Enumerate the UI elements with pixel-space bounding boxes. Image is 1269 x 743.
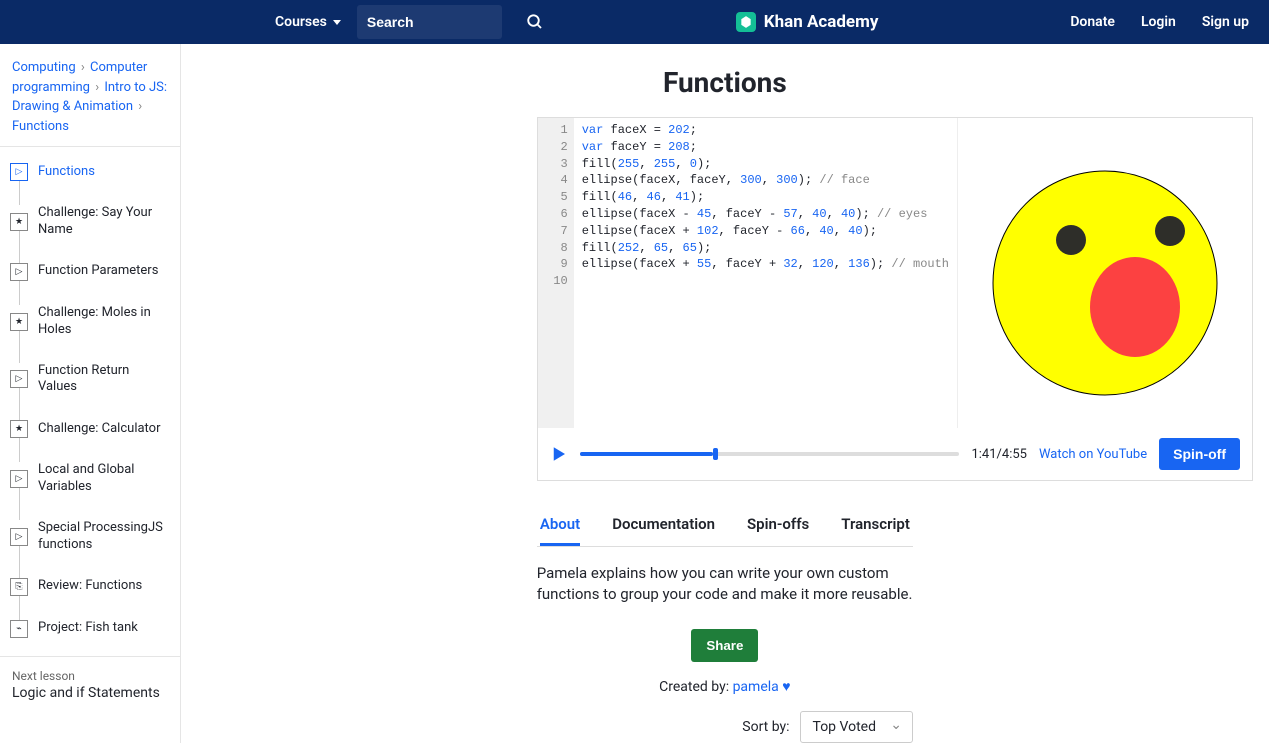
- brand-text: Khan Academy: [764, 12, 879, 32]
- tab-transcript[interactable]: Transcript: [841, 505, 910, 546]
- signup-link[interactable]: Sign up: [1202, 14, 1249, 30]
- sort-label: Sort by:: [742, 719, 789, 735]
- lesson-label: Special ProcessingJS functions: [38, 520, 170, 554]
- progress-bar[interactable]: [580, 452, 960, 456]
- heart-icon: ♥: [782, 679, 790, 695]
- star-icon: ★: [10, 213, 28, 231]
- code-canvas-row: 12345678910 var faceX = 202; var faceY =…: [538, 118, 1252, 428]
- face-drawing: [975, 133, 1235, 413]
- share-button[interactable]: Share: [691, 629, 758, 662]
- tab-documentation[interactable]: Documentation: [612, 505, 715, 546]
- sort-select[interactable]: Top Voted: [800, 711, 913, 743]
- breadcrumb-functions[interactable]: Functions: [12, 119, 69, 134]
- play-icon: ▷: [10, 263, 28, 281]
- lesson-label: Challenge: Moles in Holes: [38, 305, 170, 339]
- lesson-item[interactable]: ★ Challenge: Say Your Name: [10, 193, 180, 251]
- spinoff-button[interactable]: Spin-off: [1159, 438, 1240, 470]
- lesson-label: Challenge: Calculator: [38, 421, 161, 438]
- play-icon: ▷: [10, 370, 28, 388]
- next-lesson-title: Logic and if Statements: [12, 685, 168, 701]
- code-panel: 12345678910 var faceX = 202; var faceY =…: [538, 118, 957, 428]
- play-icon: ▷: [10, 163, 28, 181]
- page-title: Functions: [181, 44, 1269, 117]
- time-display: 1:41/4:55: [971, 447, 1027, 462]
- content: Computing › Computer programming › Intro…: [0, 44, 1269, 743]
- next-lesson[interactable]: Next lesson Logic and if Statements: [0, 656, 180, 713]
- description: Pamela explains how you can write your o…: [537, 547, 913, 621]
- lesson-item[interactable]: ▷ Local and Global Variables: [10, 450, 180, 508]
- lesson-item[interactable]: ⌁ Project: Fish tank: [10, 608, 180, 650]
- play-icon: ▷: [10, 528, 28, 546]
- login-link[interactable]: Login: [1141, 14, 1176, 30]
- donate-link[interactable]: Donate: [1070, 14, 1115, 30]
- created-by: Created by: pamela ♥: [181, 678, 1269, 695]
- search-input[interactable]: [367, 14, 492, 30]
- lesson-item[interactable]: ▷ Functions: [10, 151, 180, 193]
- share-row: Share: [181, 629, 1269, 662]
- tabs: About Documentation Spin-offs Transcript: [537, 505, 913, 547]
- lesson-label: Local and Global Variables: [38, 462, 170, 496]
- canvas-output: [957, 118, 1252, 428]
- breadcrumb-computing[interactable]: Computing: [12, 60, 76, 75]
- tab-about[interactable]: About: [540, 505, 580, 546]
- progress-thumb[interactable]: [713, 448, 718, 460]
- star-icon: ★: [10, 313, 28, 331]
- watch-youtube-link[interactable]: Watch on YouTube: [1039, 447, 1147, 462]
- code-gutter: 12345678910: [538, 118, 574, 428]
- header-left: Courses: [275, 5, 544, 39]
- code-content: var faceX = 202; var faceY = 208; fill(2…: [574, 118, 957, 428]
- next-lesson-label: Next lesson: [12, 669, 168, 683]
- chevron-down-icon: [333, 20, 341, 25]
- lesson-list: ▷ Functions ★ Challenge: Say Your Name ▷ Func…: [0, 146, 180, 650]
- doc-icon: ⎘: [10, 578, 28, 596]
- breadcrumb: Computing › Computer programming › Intro…: [0, 44, 180, 146]
- lesson-item[interactable]: ★ Challenge: Calculator: [10, 408, 180, 450]
- video-area: 12345678910 var faceX = 202; var faceY =…: [537, 117, 1253, 481]
- lesson-label: Function Return Values: [38, 363, 170, 397]
- search-box[interactable]: [357, 5, 502, 39]
- lesson-label: Challenge: Say Your Name: [38, 205, 170, 239]
- sort-value: Top Voted: [813, 719, 876, 735]
- project-icon: ⌁: [10, 620, 28, 638]
- lesson-item[interactable]: ⎘ Review: Functions: [10, 566, 180, 608]
- lesson-item[interactable]: ▷ Function Parameters: [10, 251, 180, 293]
- creator-link[interactable]: pamela: [733, 679, 779, 695]
- created-label: Created by:: [659, 679, 732, 695]
- tab-spin-offs[interactable]: Spin-offs: [747, 505, 809, 546]
- sidebar: Computing › Computer programming › Intro…: [0, 44, 181, 743]
- play-icon: ▷: [10, 470, 28, 488]
- progress-fill: [580, 452, 713, 456]
- header: Courses Khan Academy Donate Login Sign u…: [0, 0, 1269, 44]
- lesson-label: Review: Functions: [38, 578, 142, 595]
- header-right: Donate Login Sign up: [1070, 14, 1249, 30]
- lesson-label: Functions: [38, 164, 95, 181]
- search-icon[interactable]: [526, 13, 544, 31]
- sort-row: Sort by: Top Voted: [181, 711, 913, 743]
- video-controls: 1:41/4:55 Watch on YouTube Spin-off: [538, 428, 1252, 480]
- lesson-item[interactable]: ▷ Special ProcessingJS functions: [10, 508, 180, 566]
- lesson-label: Project: Fish tank: [38, 620, 138, 637]
- main: Functions 12345678910 var faceX = 202; v…: [181, 44, 1269, 743]
- lesson-label: Function Parameters: [38, 263, 158, 280]
- play-button[interactable]: [550, 445, 568, 463]
- brand[interactable]: Khan Academy: [544, 12, 1070, 32]
- courses-label: Courses: [275, 14, 327, 30]
- lesson-item[interactable]: ▷ Function Return Values: [10, 351, 180, 409]
- lesson-item[interactable]: ★ Challenge: Moles in Holes: [10, 293, 180, 351]
- logo-icon: [736, 12, 756, 32]
- star-icon: ★: [10, 420, 28, 438]
- courses-dropdown[interactable]: Courses: [275, 14, 341, 30]
